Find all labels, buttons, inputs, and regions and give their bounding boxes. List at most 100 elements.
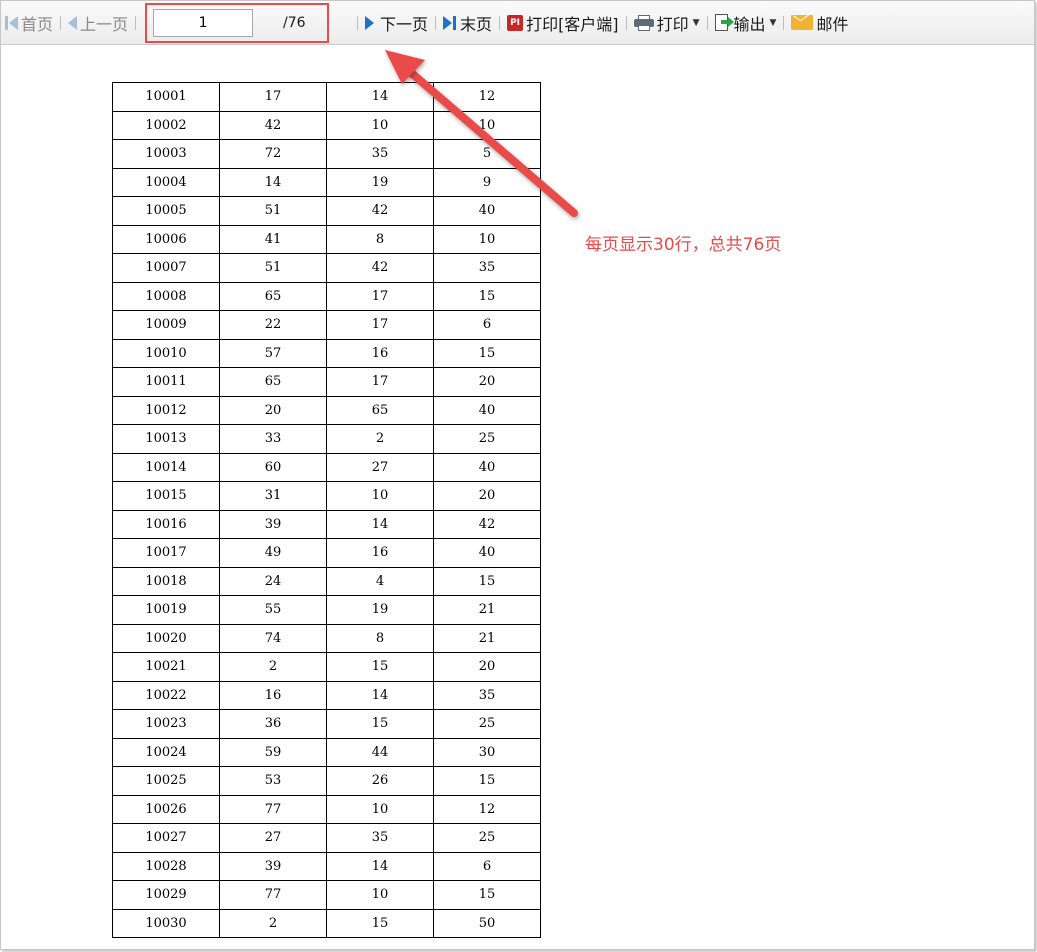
table-row: 10030 2 15 50 (112, 908, 541, 938)
next-page-button[interactable]: 下一页 (361, 1, 432, 44)
table-cell: 21 (433, 623, 541, 653)
export-button[interactable]: 输出 ▼ (711, 1, 781, 44)
print-button[interactable]: 打印 ▼ (630, 1, 704, 44)
annotation-text: 每页显示30行，总共76页 (585, 235, 782, 255)
table-cell: 10009 (112, 310, 220, 340)
table-cell: 19 (326, 595, 434, 625)
table-row: 10018 24 4 15 (112, 566, 541, 596)
table-cell: 25 (433, 823, 541, 853)
table-cell: 55 (219, 595, 327, 625)
table-cell: 10010 (112, 338, 220, 368)
table-cell: 10021 (112, 652, 220, 682)
table-cell: 2 (219, 652, 327, 682)
table-row: 10016 39 14 42 (112, 509, 541, 539)
table-row: 10023 36 15 25 (112, 709, 541, 739)
table-cell: 36 (219, 709, 327, 739)
table-cell: 15 (433, 281, 541, 311)
toolbar-separator (625, 15, 627, 30)
print-client-button[interactable]: PI 打印[客户端] (503, 1, 623, 44)
table-row: 10015 31 10 20 (112, 481, 541, 511)
table-cell: 22 (219, 310, 327, 340)
table-cell: 44 (326, 737, 434, 767)
table-cell: 27 (326, 452, 434, 482)
export-icon (714, 13, 734, 32)
table-cell: 72 (219, 139, 327, 169)
table-cell: 14 (219, 167, 327, 197)
table-cell: 40 (433, 196, 541, 226)
table-cell: 12 (433, 794, 541, 824)
table-cell: 8 (326, 224, 434, 254)
table-row: 10009 22 17 6 (112, 310, 541, 340)
table-row: 10017 49 16 40 (112, 538, 541, 568)
table-cell: 40 (433, 452, 541, 482)
last-page-label: 末页 (460, 14, 493, 34)
table-cell: 10018 (112, 566, 220, 596)
table-cell: 10024 (112, 737, 220, 767)
table-cell: 6 (433, 851, 541, 881)
table-cell: 9 (433, 167, 541, 197)
table-row: 10027 27 35 25 (112, 823, 541, 853)
prev-page-label: 上一页 (80, 14, 129, 34)
first-page-button[interactable]: 首页 (1, 1, 57, 44)
prev-page-icon (68, 15, 78, 30)
table-row: 10021 2 15 20 (112, 652, 541, 682)
table-cell: 42 (326, 196, 434, 226)
table-cell: 10027 (112, 823, 220, 853)
table-row: 10004 14 19 9 (112, 167, 541, 197)
table-row: 10026 77 10 12 (112, 794, 541, 824)
table-cell: 65 (326, 395, 434, 425)
table-cell: 10017 (112, 538, 220, 568)
table-cell: 39 (219, 509, 327, 539)
table-cell: 30 (433, 737, 541, 767)
table-cell: 12 (433, 82, 541, 112)
table-row: 10006 41 8 10 (112, 224, 541, 254)
table-cell: 10 (433, 224, 541, 254)
page-number-input[interactable] (153, 8, 254, 37)
table-cell: 49 (219, 538, 327, 568)
table-cell: 10 (326, 481, 434, 511)
table-cell: 17 (326, 281, 434, 311)
table-cell: 10002 (112, 110, 220, 140)
table-cell: 10008 (112, 281, 220, 311)
table-row: 10007 51 42 35 (112, 253, 541, 283)
table-cell: 10012 (112, 395, 220, 425)
table-cell: 10004 (112, 167, 220, 197)
table-cell: 15 (433, 338, 541, 368)
table-cell: 4 (326, 566, 434, 596)
table-cell: 20 (433, 652, 541, 682)
table-cell: 14 (326, 82, 434, 112)
table-row: 10029 77 10 15 (112, 880, 541, 910)
table-cell: 16 (326, 338, 434, 368)
toolbar-separator (783, 15, 785, 30)
table-cell: 19 (326, 167, 434, 197)
table-cell: 17 (326, 310, 434, 340)
table-cell: 77 (219, 880, 327, 910)
pdf-print-icon: PI (507, 14, 524, 31)
table-cell: 20 (433, 367, 541, 397)
table-cell: 10011 (112, 367, 220, 397)
table-cell: 10029 (112, 880, 220, 910)
table-row: 10005 51 42 40 (112, 196, 541, 226)
page-total: /76 (283, 14, 306, 31)
last-page-button[interactable]: 末页 (439, 1, 496, 44)
table-cell: 5 (433, 139, 541, 169)
table-row: 10013 33 2 25 (112, 424, 541, 454)
email-button[interactable]: 邮件 (787, 1, 852, 44)
table-cell: 8 (326, 623, 434, 653)
prev-page-button[interactable]: 上一页 (64, 1, 132, 44)
table-cell: 10019 (112, 595, 220, 625)
toolbar-separator (357, 15, 359, 30)
print-label: 打印 (656, 14, 689, 34)
table-cell: 17 (326, 367, 434, 397)
print-client-label: 打印[客户端] (526, 14, 619, 34)
table-cell: 42 (219, 110, 327, 140)
table-cell: 10015 (112, 481, 220, 511)
table-cell: 42 (326, 253, 434, 283)
table-cell: 15 (433, 880, 541, 910)
toolbar-separator (60, 15, 62, 30)
table-cell: 10026 (112, 794, 220, 824)
table-cell: 10 (433, 110, 541, 140)
table-cell: 21 (433, 595, 541, 625)
table-cell: 16 (219, 680, 327, 710)
table-cell: 40 (433, 538, 541, 568)
